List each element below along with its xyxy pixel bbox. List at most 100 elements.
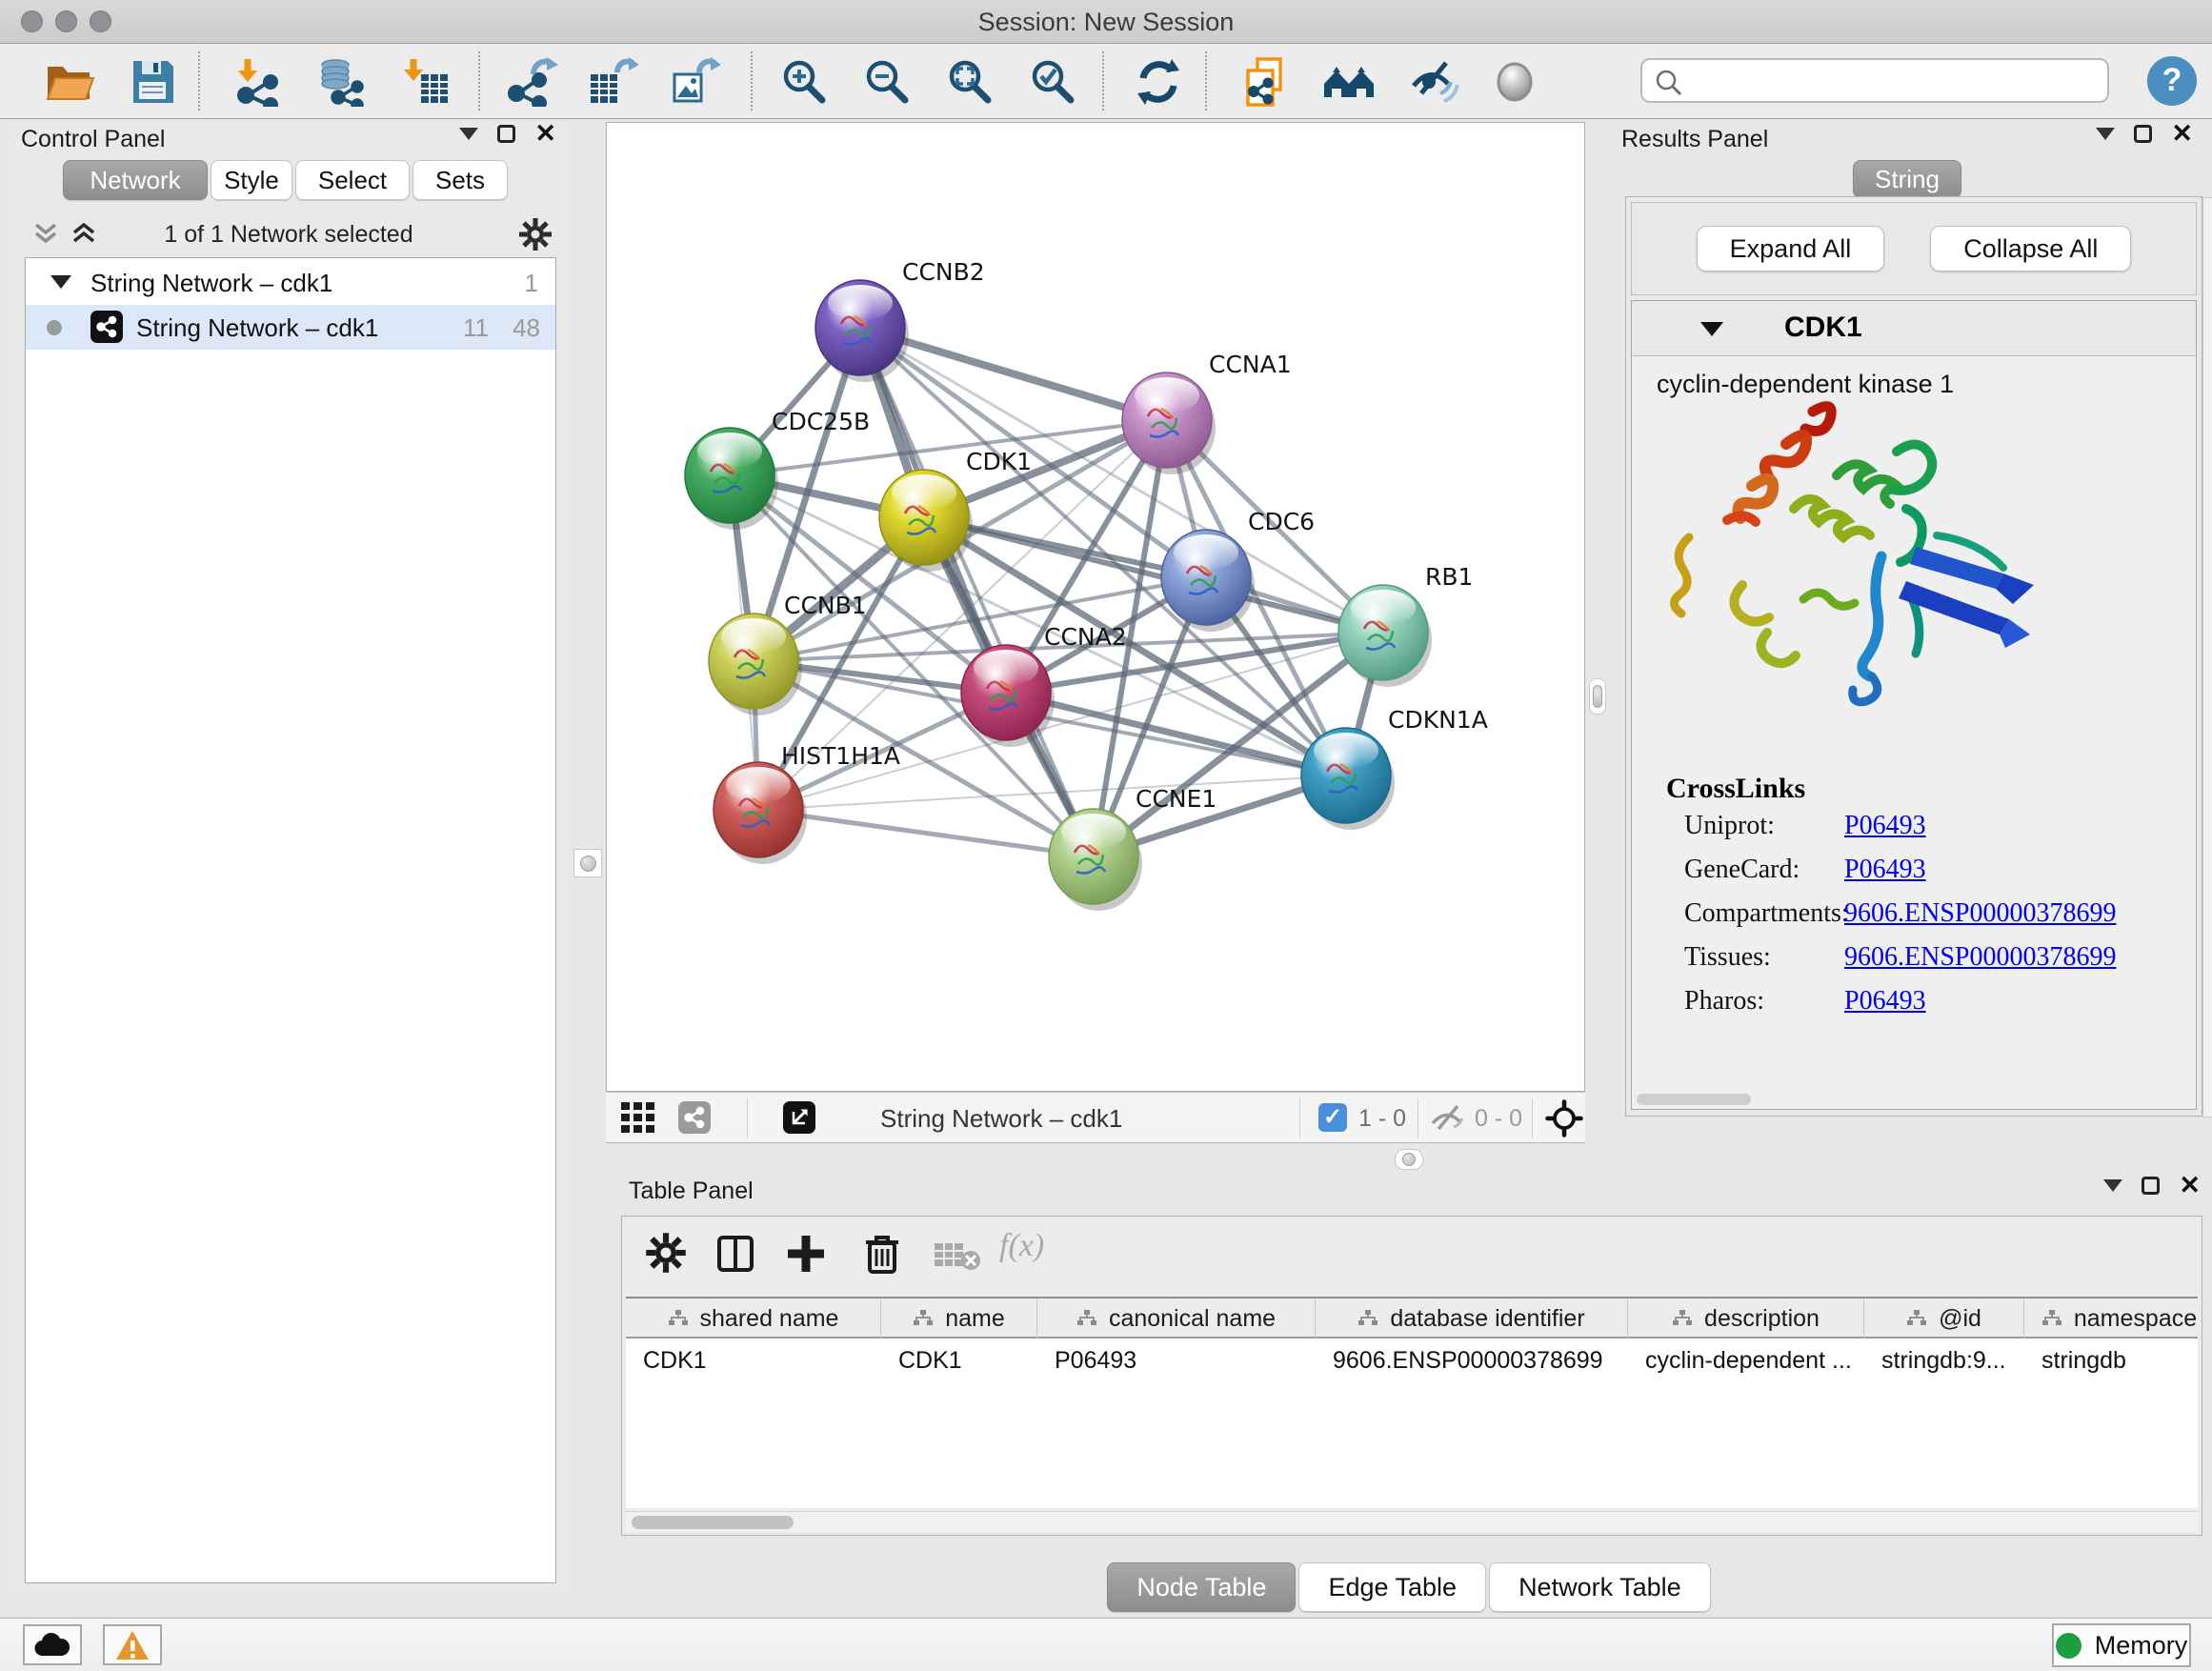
- delete-table-icon[interactable]: [933, 1239, 982, 1272]
- table-cell[interactable]: CDK1: [626, 1340, 881, 1380]
- expand-all-button[interactable]: Expand All: [1697, 226, 1885, 272]
- export-network-icon[interactable]: [505, 57, 558, 107]
- gene-section-header[interactable]: CDK1: [1632, 301, 2196, 356]
- column-header-0[interactable]: shared name: [626, 1299, 881, 1339]
- zoom-in-icon[interactable]: [777, 57, 831, 107]
- help-button[interactable]: ?: [2147, 56, 2197, 106]
- right-splitter-grip[interactable]: [1589, 678, 1606, 715]
- tab-sets[interactable]: Sets: [412, 160, 508, 200]
- table-cell[interactable]: cyclin-dependent ...: [1628, 1340, 1864, 1380]
- network-row[interactable]: String Network – cdk1 11 48: [26, 305, 555, 350]
- scrollbar-thumb[interactable]: [632, 1516, 794, 1529]
- panel-menu-icon[interactable]: [459, 128, 478, 140]
- export-table-icon[interactable]: [585, 57, 638, 107]
- collapse-all-button[interactable]: Collapse All: [1930, 226, 2131, 272]
- table-cell[interactable]: stringdb: [2024, 1340, 2198, 1380]
- table-hscrollbar[interactable]: [626, 1511, 2198, 1532]
- first-neighbors-icon[interactable]: [1322, 57, 1376, 107]
- refresh-icon[interactable]: [1132, 57, 1185, 107]
- zoom-out-icon[interactable]: [860, 57, 914, 107]
- import-table-from-file-icon[interactable]: [400, 57, 453, 107]
- column-header-1[interactable]: name: [881, 1299, 1037, 1339]
- network-badge-icon[interactable]: [678, 1101, 711, 1134]
- crosslink-link[interactable]: P06493: [1844, 811, 1926, 841]
- show-columns-icon[interactable]: [714, 1232, 757, 1276]
- column-header-2[interactable]: canonical name: [1037, 1299, 1316, 1339]
- network-edge[interactable]: [860, 328, 1094, 856]
- import-network-from-database-icon[interactable]: [314, 57, 368, 107]
- panel-menu-icon[interactable]: [2103, 1179, 2122, 1192]
- crosslink-link[interactable]: P06493: [1844, 986, 1926, 1017]
- open-in-window-icon[interactable]: [783, 1101, 815, 1134]
- table-cell[interactable]: 9606.ENSP00000378699: [1316, 1340, 1628, 1380]
- horizontal-splitter-grip[interactable]: [1395, 1149, 1423, 1170]
- table-cell[interactable]: stringdb:9...: [1864, 1340, 2024, 1380]
- gear-icon[interactable]: [645, 1232, 687, 1274]
- network-node-ccnb1[interactable]: CCNB1: [709, 592, 867, 715]
- gear-icon[interactable]: [518, 217, 553, 252]
- cloud-button[interactable]: [23, 1624, 82, 1665]
- toolbar-separator: [478, 51, 480, 111]
- tab-select[interactable]: Select: [295, 160, 410, 200]
- crosslink-link[interactable]: P06493: [1844, 855, 1926, 885]
- import-network-from-file-icon[interactable]: [232, 57, 286, 107]
- string-network-icon: [90, 311, 123, 343]
- panel-close-icon[interactable]: ✕: [2171, 124, 2193, 143]
- add-column-icon[interactable]: [784, 1232, 828, 1276]
- network-node-ccna1[interactable]: CCNA1: [1122, 351, 1292, 474]
- network-node-cdc6[interactable]: CDC6: [1161, 508, 1315, 632]
- search-input[interactable]: [1640, 58, 2109, 103]
- network-node-ccne1[interactable]: CCNE1: [1049, 785, 1217, 911]
- panel-float-icon[interactable]: [2142, 1177, 2160, 1195]
- tab-network-table[interactable]: Network Table: [1489, 1562, 1711, 1612]
- hidden-eye-icon[interactable]: [1429, 1102, 1467, 1133]
- section-collapse-caret[interactable]: [1700, 322, 1723, 336]
- panel-float-icon[interactable]: [2134, 125, 2152, 143]
- delete-column-icon[interactable]: [860, 1232, 904, 1276]
- section-scrollbar[interactable]: [1637, 1094, 1751, 1105]
- tab-edge-table[interactable]: Edge Table: [1298, 1562, 1486, 1612]
- crosslink-label: Pharos:: [1684, 986, 1764, 1016]
- panel-float-icon[interactable]: [497, 125, 515, 143]
- panel-close-icon[interactable]: ✕: [2179, 1176, 2201, 1195]
- warnings-button[interactable]: [103, 1624, 162, 1665]
- new-network-from-selection-icon[interactable]: [1238, 57, 1292, 107]
- open-session-icon[interactable]: [42, 57, 95, 107]
- zoom-fit-icon[interactable]: [943, 57, 996, 107]
- grid-view-icon[interactable]: [621, 1102, 655, 1135]
- tree-expand-caret[interactable]: [50, 275, 71, 289]
- show-all-icon[interactable]: [1488, 57, 1541, 107]
- selected-checkbox-icon[interactable]: ✓: [1318, 1103, 1347, 1132]
- zoom-selected-icon[interactable]: [1026, 57, 1079, 107]
- memory-button[interactable]: Memory: [2052, 1623, 2191, 1667]
- gene-section: CDK1 cyclin-dependent kinase 1: [1631, 300, 2197, 1110]
- birdseye-icon[interactable]: [1545, 1099, 1583, 1137]
- column-header-3[interactable]: database identifier: [1316, 1299, 1628, 1339]
- panel-menu-icon[interactable]: [2096, 128, 2115, 140]
- tab-style[interactable]: Style: [211, 160, 292, 200]
- function-builder-button[interactable]: f(x): [999, 1228, 1044, 1264]
- tab-node-table[interactable]: Node Table: [1107, 1562, 1296, 1612]
- hide-selected-icon[interactable]: [1406, 57, 1459, 107]
- network-edge[interactable]: [758, 810, 1094, 856]
- export-image-icon[interactable]: [667, 57, 720, 107]
- titlebar: Session: New Session: [0, 0, 2212, 44]
- tab-network[interactable]: Network: [63, 160, 208, 200]
- network-canvas[interactable]: CCNB2CCNA1CDC25BCDK1CDC6RB1CCNB1CCNA2CDK…: [606, 122, 1585, 1092]
- table-cell[interactable]: P06493: [1037, 1340, 1316, 1380]
- save-session-icon[interactable]: [126, 57, 179, 107]
- column-header-6[interactable]: namespace: [2024, 1299, 2198, 1339]
- tab-string[interactable]: String: [1853, 160, 1961, 198]
- column-header-5[interactable]: @id: [1864, 1299, 2024, 1339]
- table-cell[interactable]: CDK1: [881, 1340, 1037, 1380]
- results-scrollbar[interactable]: [2202, 197, 2212, 1117]
- network-node-cdkn1a[interactable]: CDKN1A: [1301, 706, 1488, 830]
- panel-close-icon[interactable]: ✕: [534, 124, 556, 143]
- network-collection-row[interactable]: String Network – cdk1 1: [26, 260, 555, 305]
- column-header-4[interactable]: description: [1628, 1299, 1864, 1339]
- crosslink-link[interactable]: 9606.ENSP00000378699: [1844, 942, 2116, 973]
- table-row[interactable]: CDK1CDK1P064939606.ENSP00000378699cyclin…: [626, 1340, 2198, 1380]
- crosslink-link[interactable]: 9606.ENSP00000378699: [1844, 898, 2116, 929]
- left-splitter-grip[interactable]: [573, 849, 602, 877]
- network-node-rb1[interactable]: RB1: [1338, 563, 1473, 687]
